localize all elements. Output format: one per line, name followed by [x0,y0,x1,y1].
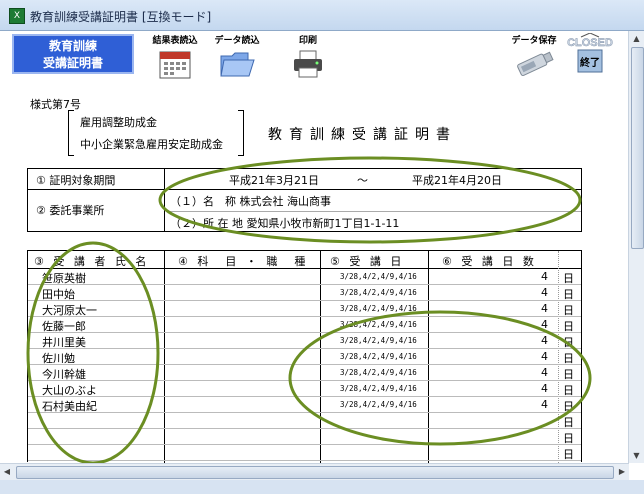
scroll-up-arrow-icon[interactable]: ▲ [629,31,644,46]
scroll-left-arrow-icon[interactable]: ◀ [0,464,14,480]
vertical-scrollbar[interactable]: ▲ ▼ [628,31,644,463]
annotation-oval [288,310,592,446]
horizontal-scrollbar[interactable]: ◀ ▶ [0,463,629,480]
horizontal-scroll-thumb[interactable] [16,466,614,479]
scroll-down-arrow-icon[interactable]: ▼ [629,448,644,463]
vertical-scroll-thumb[interactable] [631,47,644,249]
annotation-oval [26,241,160,465]
annotation-oval [158,156,582,244]
annotation-ovals [26,156,592,465]
status-bar [0,480,644,494]
scroll-right-arrow-icon[interactable]: ▶ [615,464,629,480]
